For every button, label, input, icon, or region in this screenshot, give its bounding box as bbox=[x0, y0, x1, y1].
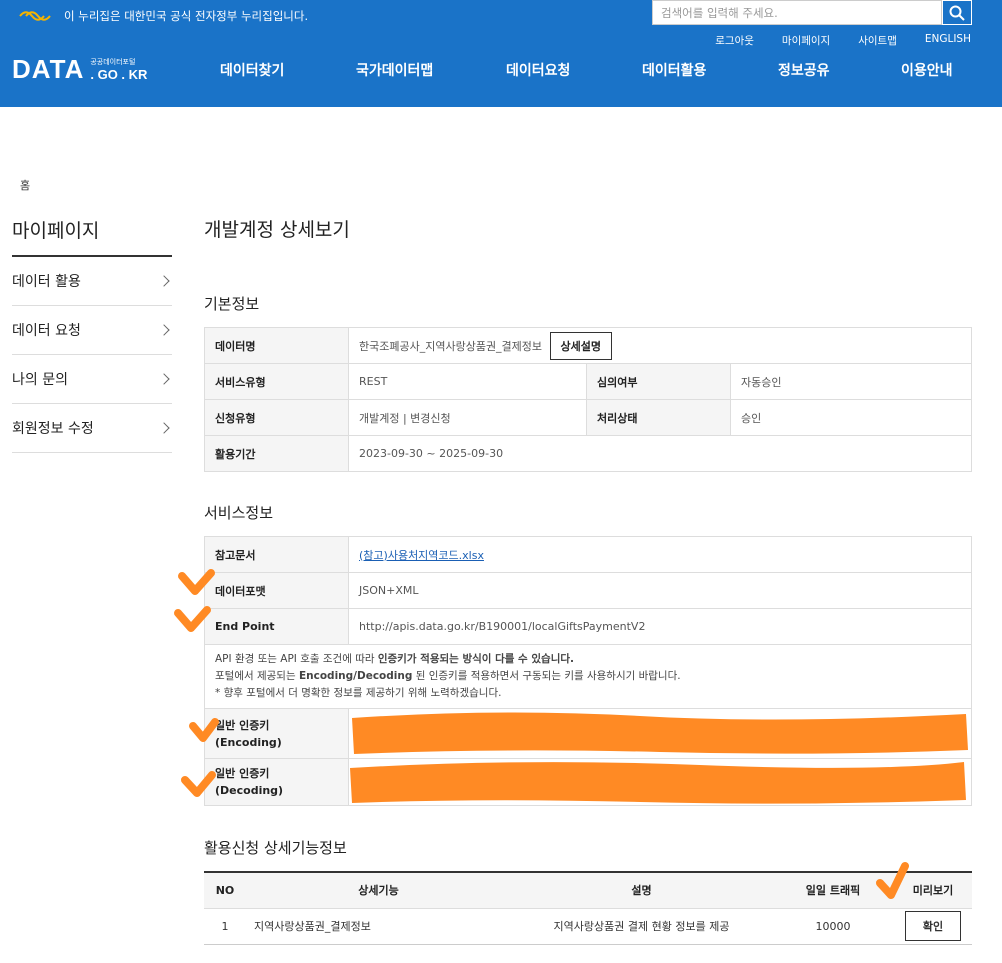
encoding-key-label: 일반 인증키 (Encoding) bbox=[204, 708, 349, 759]
mypage-link[interactable]: 마이페이지 bbox=[782, 33, 830, 48]
search-input[interactable] bbox=[653, 1, 941, 24]
period-value: 2023-09-30 ~ 2025-09-30 bbox=[348, 435, 972, 472]
sidebar-item-label: 회원정보 수정 bbox=[12, 421, 94, 437]
english-link[interactable]: ENGLISH bbox=[925, 33, 971, 48]
table-row: 데이터명 한국조폐공사_지역사랑상품권_결제정보 상세설명 bbox=[204, 327, 972, 364]
table-row: 서비스유형 REST 심의여부 자동승인 bbox=[204, 363, 972, 400]
row-preview: 확인 bbox=[894, 908, 972, 945]
request-type-label: 신청유형 bbox=[204, 399, 349, 436]
sitemap-link[interactable]: 사이트맵 bbox=[858, 33, 897, 48]
sidebar-item-label: 나의 문의 bbox=[12, 372, 68, 388]
col-header-desc: 설명 bbox=[511, 871, 772, 909]
col-header-func: 상세기능 bbox=[246, 871, 511, 909]
data-name-value: 한국조폐공사_지역사랑상품권_결제정보 bbox=[359, 339, 543, 353]
row-desc: 지역사랑상품권 결제 현황 정보를 제공 bbox=[511, 908, 772, 945]
service-type-label: 서비스유형 bbox=[204, 363, 349, 400]
sidebar-item-my-inquiry[interactable]: 나의 문의 bbox=[12, 355, 172, 404]
request-type-value: 개발계정 | 변경신청 bbox=[348, 399, 587, 436]
main-nav: 데이터찾기 국가데이터맵 데이터요청 데이터활용 정보공유 이용안내 bbox=[0, 60, 1002, 82]
col-header-preview: 미리보기 bbox=[894, 871, 972, 909]
auth-key-notice: API 환경 또는 API 호출 조건에 따라 인증키가 적용되는 방식이 다를… bbox=[204, 644, 972, 709]
preview-confirm-button[interactable]: 확인 bbox=[904, 911, 962, 941]
table-row: End Point http://apis.data.go.kr/B190001… bbox=[204, 608, 972, 645]
nav-info-sharing[interactable]: 정보공유 bbox=[778, 60, 830, 80]
chevron-right-icon bbox=[158, 422, 170, 434]
decoding-key-label: 일반 인증키 (Decoding) bbox=[204, 758, 349, 806]
table-row: 일반 인증키 (Encoding) bbox=[204, 708, 972, 759]
data-name-cell: 한국조폐공사_지역사랑상품권_결제정보 상세설명 bbox=[348, 327, 972, 364]
utility-nav: 로그아웃 마이페이지 사이트맵 ENGLISH bbox=[687, 33, 971, 48]
table-row: 데이터포맷 JSON+XML bbox=[204, 572, 972, 609]
review-value: 자동승인 bbox=[730, 363, 972, 400]
basic-info-title: 기본정보 bbox=[204, 295, 260, 313]
decoding-key-value[interactable] bbox=[348, 758, 972, 806]
nav-national-data-map[interactable]: 국가데이터맵 bbox=[356, 60, 433, 80]
table-header-row: NO 상세기능 설명 일일 트래픽 미리보기 bbox=[204, 871, 972, 909]
func-info-title: 활용신청 상세기능정보 bbox=[204, 839, 347, 857]
status-label: 처리상태 bbox=[586, 399, 731, 436]
sidebar-item-label: 데이터 요청 bbox=[12, 323, 81, 339]
col-header-no: NO bbox=[204, 871, 246, 909]
table-row: 신청유형 개발계정 | 변경신청 처리상태 승인 bbox=[204, 399, 972, 436]
format-value: JSON+XML bbox=[348, 572, 972, 609]
site-header: 이 누리집은 대한민국 공식 전자정부 누리집입니다. 로그아웃 마이페이지 사… bbox=[0, 0, 1002, 107]
sidebar-item-data-request[interactable]: 데이터 요청 bbox=[12, 306, 172, 355]
notice-line: 포털에서 제공되는 Encoding/Decoding 된 인증키를 적용하면서… bbox=[215, 670, 681, 682]
search-icon bbox=[949, 5, 965, 21]
nav-data-request[interactable]: 데이터요청 bbox=[506, 60, 570, 80]
sidebar-item-label: 데이터 활용 bbox=[12, 274, 81, 290]
logout-link[interactable]: 로그아웃 bbox=[715, 33, 754, 48]
row-no: 1 bbox=[204, 908, 246, 945]
encoding-key-value[interactable] bbox=[348, 708, 972, 759]
row-func: 지역사랑상품권_결제정보 bbox=[246, 908, 511, 945]
row-traffic: 10000 bbox=[772, 908, 894, 945]
search-button[interactable] bbox=[942, 0, 972, 25]
sidebar-item-data-usage[interactable]: 데이터 활용 bbox=[12, 257, 172, 306]
table-row: 1 지역사랑상품권_결제정보 지역사랑상품권 결제 현황 정보를 제공 1000… bbox=[204, 908, 972, 945]
page-title: 개발계정 상세보기 bbox=[204, 219, 350, 241]
notice-line: * 향후 포털에서 더 명확한 정보를 제공하기 위해 노력하겠습니다. bbox=[215, 687, 502, 699]
data-name-label: 데이터명 bbox=[204, 327, 349, 364]
check-mark-icon bbox=[174, 606, 211, 632]
table-row: API 환경 또는 API 호출 조건에 따라 인증키가 적용되는 방식이 다를… bbox=[204, 644, 972, 709]
notice-line: API 환경 또는 API 호출 조건에 따라 인증키가 적용되는 방식이 다를… bbox=[215, 653, 575, 665]
status-value: 승인 bbox=[730, 399, 972, 436]
review-label: 심의여부 bbox=[586, 363, 731, 400]
ref-doc-cell: (참고)사용처지역코드.xlsx bbox=[348, 536, 972, 573]
gov-emblem-icon bbox=[19, 11, 51, 21]
ref-doc-label: 참고문서 bbox=[204, 536, 349, 573]
nav-guide[interactable]: 이용안내 bbox=[901, 60, 953, 80]
endpoint-label: End Point bbox=[204, 608, 349, 645]
endpoint-value: http://apis.data.go.kr/B190001/localGift… bbox=[348, 608, 972, 645]
nav-data-search[interactable]: 데이터찾기 bbox=[220, 60, 284, 80]
chevron-right-icon bbox=[158, 324, 170, 336]
service-info-table: 참고문서 (참고)사용처지역코드.xlsx 데이터포맷 JSON+XML End… bbox=[204, 536, 972, 806]
format-label: 데이터포맷 bbox=[204, 572, 349, 609]
table-row: 일반 인증키 (Decoding) bbox=[204, 758, 972, 806]
service-info-title: 서비스정보 bbox=[204, 504, 274, 522]
service-type-value: REST bbox=[348, 363, 587, 400]
gov-banner-text: 이 누리집은 대한민국 공식 전자정부 누리집입니다. bbox=[64, 9, 309, 23]
col-header-traffic: 일일 트래픽 bbox=[772, 871, 894, 909]
basic-info-table: 데이터명 한국조폐공사_지역사랑상품권_결제정보 상세설명 서비스유형 REST… bbox=[204, 327, 972, 472]
nav-data-usage[interactable]: 데이터활용 bbox=[642, 60, 706, 80]
table-row: 활용기간 2023-09-30 ~ 2025-09-30 bbox=[204, 435, 972, 472]
chevron-right-icon bbox=[158, 373, 170, 385]
sidebar-item-edit-profile[interactable]: 회원정보 수정 bbox=[12, 404, 172, 453]
detail-button[interactable]: 상세설명 bbox=[549, 331, 613, 360]
period-label: 활용기간 bbox=[204, 435, 349, 472]
table-row: 참고문서 (참고)사용처지역코드.xlsx bbox=[204, 536, 972, 573]
sidebar-title: 마이페이지 bbox=[12, 220, 100, 242]
ref-doc-link[interactable]: (참고)사용처지역코드.xlsx bbox=[359, 549, 484, 562]
search-box bbox=[652, 0, 942, 25]
breadcrumb[interactable]: 홈 bbox=[20, 177, 30, 193]
func-info-table: NO 상세기능 설명 일일 트래픽 미리보기 1 지역사랑상품권_결제정보 지역… bbox=[204, 871, 972, 945]
chevron-right-icon bbox=[158, 275, 170, 287]
annotation-overlay bbox=[174, 569, 968, 899]
gov-banner: 이 누리집은 대한민국 공식 전자정부 누리집입니다. bbox=[18, 6, 308, 26]
